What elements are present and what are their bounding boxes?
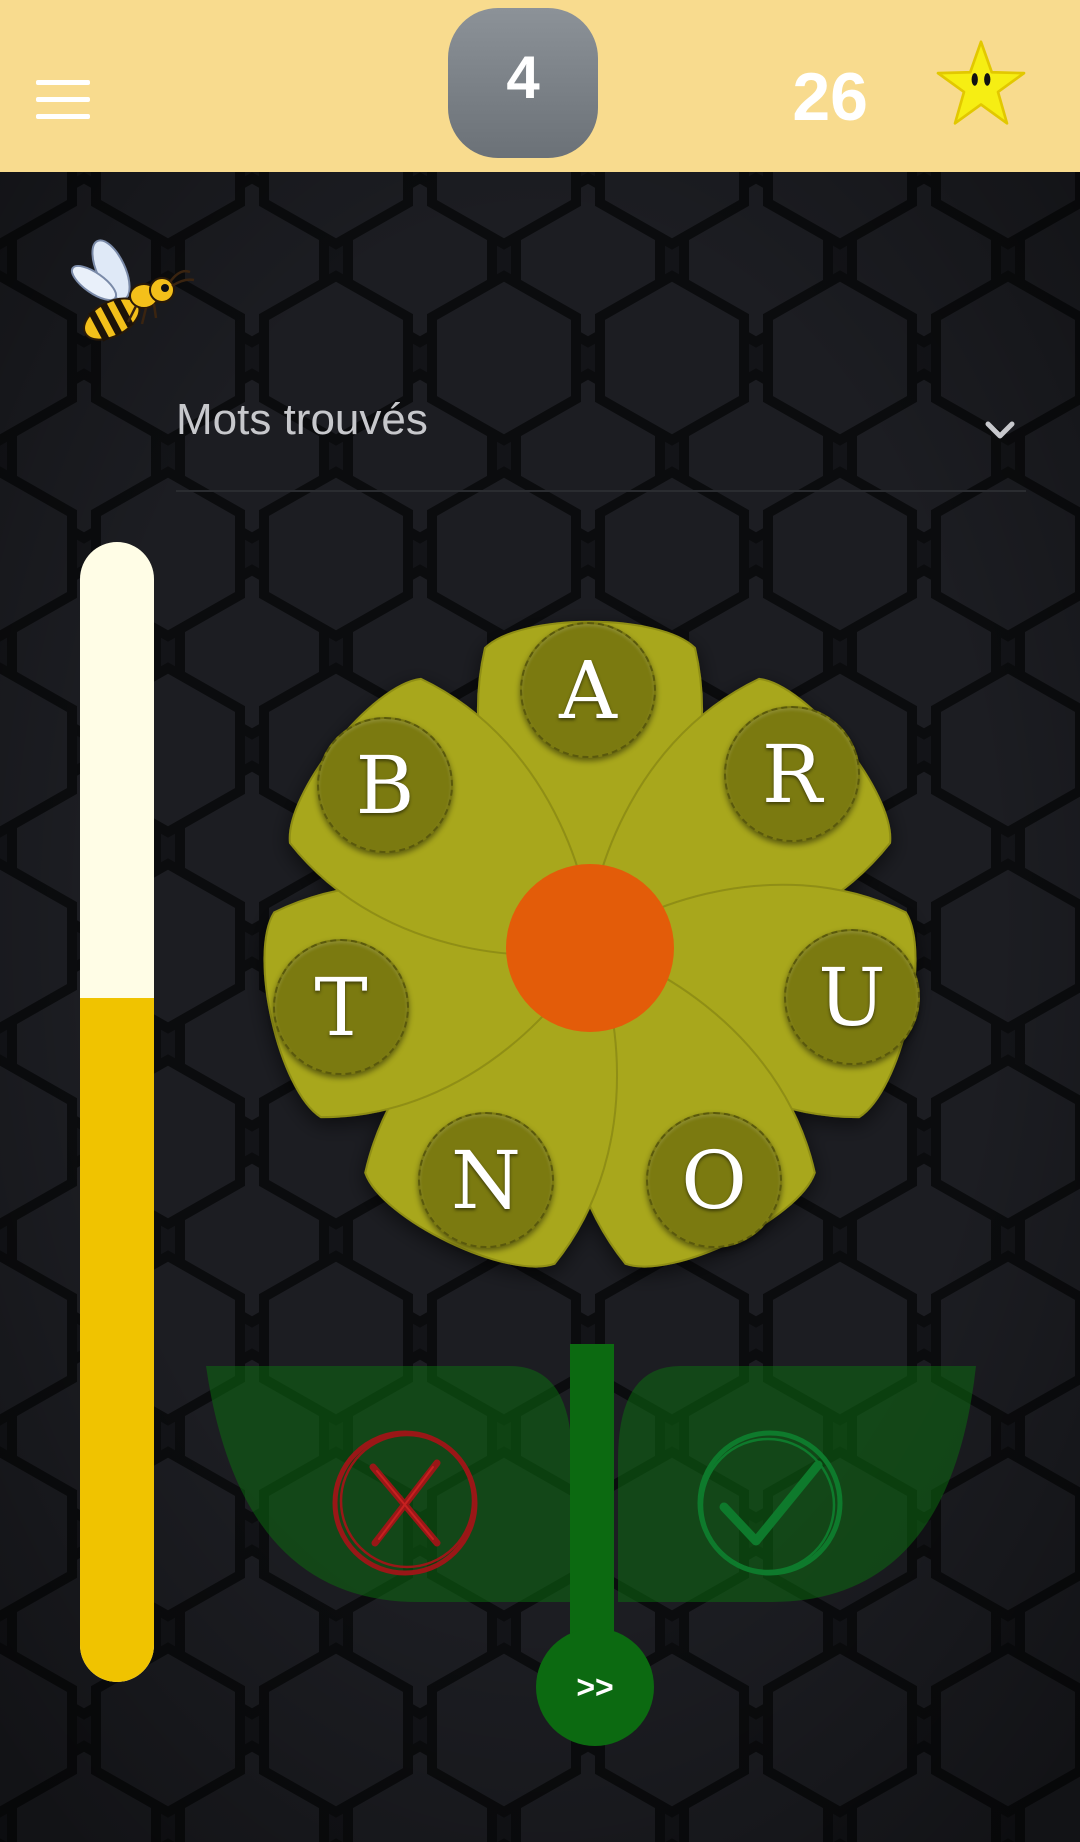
letter-flower: A R U O N T B	[180, 540, 1010, 1340]
star-icon	[936, 40, 1026, 125]
progress-bar	[80, 542, 154, 1682]
next-button[interactable]: >>	[536, 1628, 654, 1746]
letter-button-b[interactable]: B	[317, 717, 453, 853]
chevron-down-icon[interactable]	[980, 415, 1020, 445]
answer-controls: >>	[200, 1340, 990, 1760]
level-badge: 4	[448, 8, 598, 158]
check-circle-icon[interactable]	[690, 1423, 850, 1583]
progress-bar-fill	[80, 998, 154, 1682]
bee-icon	[70, 239, 195, 342]
hamburger-menu-icon[interactable]	[36, 80, 90, 120]
letter-button-r[interactable]: R	[724, 706, 860, 842]
found-words-dropdown[interactable]: Mots trouvés	[176, 385, 1026, 492]
score-value: 26	[792, 59, 868, 135]
letter-button-t[interactable]: T	[273, 939, 409, 1075]
x-circle-icon[interactable]	[325, 1423, 485, 1583]
found-words-label: Mots trouvés	[176, 395, 428, 444]
flower-center	[506, 864, 674, 1032]
letter-button-a[interactable]: A	[520, 622, 656, 758]
top-bar: 4 26	[0, 0, 1080, 172]
letter-button-n[interactable]: N	[418, 1112, 554, 1248]
letter-button-o[interactable]: O	[646, 1112, 782, 1248]
letter-button-u[interactable]: U	[784, 929, 920, 1065]
